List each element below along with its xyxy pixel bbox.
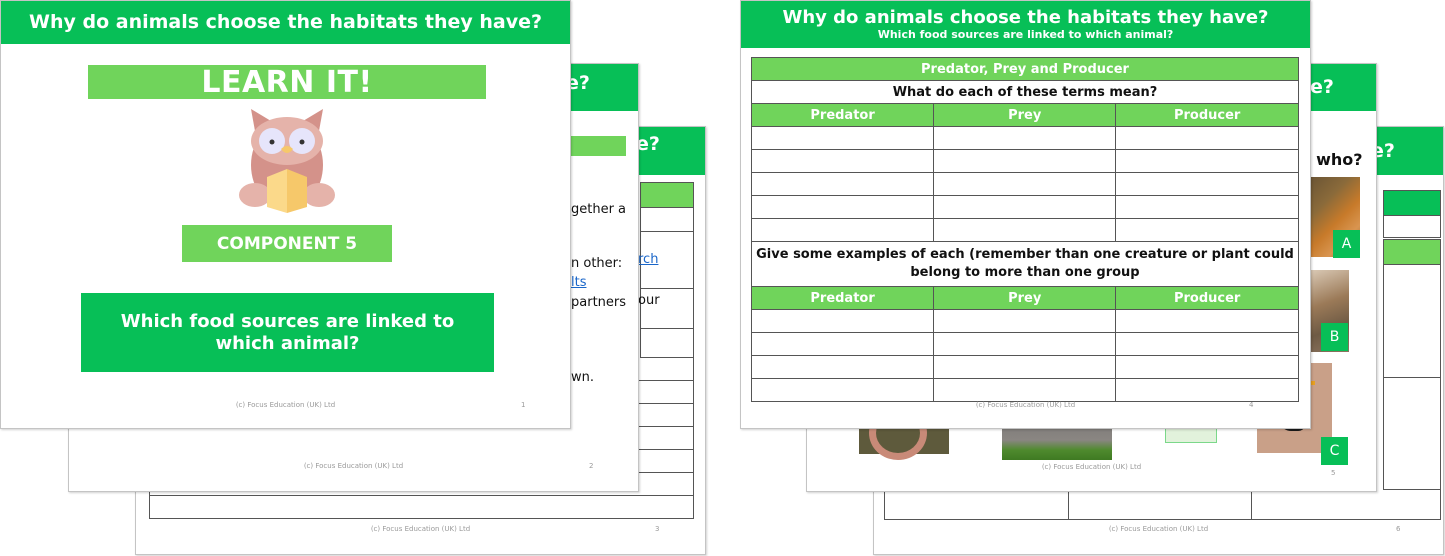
link-fragment[interactable]: lts <box>571 275 586 290</box>
table-row <box>1383 377 1441 490</box>
slide-number: 6 <box>1396 525 1401 533</box>
table-row <box>1383 215 1441 238</box>
component-label: COMPONENT 5 <box>182 225 392 262</box>
cell-predator[interactable] <box>750 172 935 196</box>
cell-predator[interactable] <box>750 149 935 173</box>
footer-copyright: (c) Focus Education (UK) Ltd <box>975 401 1076 409</box>
column-header-predator: Predator <box>750 286 935 310</box>
table-prompt-examples: Give some examples of each (remember tha… <box>751 241 1299 287</box>
table-row <box>750 195 1299 219</box>
table-header-light <box>640 182 694 208</box>
text-fragment: gether a <box>571 202 627 217</box>
header-fragment: e? <box>636 133 660 155</box>
table-row <box>1383 264 1441 378</box>
lesson-question: Which food sources are linked to which a… <box>81 293 494 372</box>
footer-copyright: (c) Focus Education (UK) Ltd <box>1041 463 1142 471</box>
text-fragment: our <box>638 293 660 308</box>
table-row <box>640 207 694 232</box>
cell-predator[interactable] <box>750 126 935 150</box>
link-fragment[interactable]: rch <box>638 252 658 267</box>
table-row <box>750 149 1299 173</box>
cell-prey[interactable] <box>933 149 1117 173</box>
slide-number: 5 <box>1331 469 1336 477</box>
cell-predator[interactable] <box>750 309 935 333</box>
cell-producer[interactable] <box>1115 378 1299 402</box>
cell-prey[interactable] <box>933 126 1117 150</box>
predator-prey-producer-table: Predator, Prey and Producer What do each… <box>750 57 1299 402</box>
slide-header: Why do animals choose the habitats they … <box>741 1 1310 48</box>
footer-copyright: (c) Focus Education (UK) Ltd <box>303 462 404 470</box>
cell-producer[interactable] <box>1115 149 1299 173</box>
learn-it-banner: LEARN IT! <box>88 65 486 100</box>
cell-prey[interactable] <box>933 309 1117 333</box>
header-fragment: e? <box>1310 76 1334 98</box>
table-row <box>640 328 694 358</box>
text-fragment: partners <box>571 295 627 310</box>
table-row <box>750 378 1299 402</box>
table-row <box>750 218 1299 242</box>
cell-predator[interactable] <box>750 195 935 219</box>
cell-predator[interactable] <box>750 355 935 379</box>
cell-producer[interactable] <box>1115 218 1299 242</box>
footer-copyright: (c) Focus Education (UK) Ltd <box>235 401 336 409</box>
cell-producer[interactable] <box>1115 172 1299 196</box>
table-prompt-terms: What do each of these terms mean? <box>751 80 1299 104</box>
slide-title: Why do animals choose the habitats they … <box>1 1 570 44</box>
table-row <box>750 172 1299 196</box>
table-divider <box>1251 489 1252 519</box>
cell-prey[interactable] <box>933 195 1117 219</box>
photo-label-c: C <box>1321 437 1348 465</box>
table-row <box>750 309 1299 333</box>
cell-predator[interactable] <box>750 378 935 402</box>
table-divider <box>1068 489 1069 519</box>
column-header-producer: Producer <box>1115 103 1299 127</box>
table-row <box>750 126 1299 150</box>
table-row <box>750 355 1299 379</box>
column-header-prey: Prey <box>933 103 1117 127</box>
text-fragment: n other: <box>571 256 623 271</box>
cell-prey[interactable] <box>933 332 1117 356</box>
table-header-dark <box>1383 190 1441 216</box>
cell-producer[interactable] <box>1115 126 1299 150</box>
footer-copyright: (c) Focus Education (UK) Ltd <box>370 525 471 533</box>
column-header-predator: Predator <box>750 103 935 127</box>
slide-number: 2 <box>589 462 594 470</box>
text-fragment: wn. <box>571 370 595 385</box>
slide-title: Why do animals choose the habitats they … <box>782 7 1269 28</box>
table-header-light <box>1383 239 1441 265</box>
cell-prey[interactable] <box>933 378 1117 402</box>
cell-prey[interactable] <box>933 218 1117 242</box>
owl-reading-book-icon <box>237 109 337 217</box>
slide-subtitle: Which food sources are linked to which a… <box>877 28 1174 41</box>
column-header-prey: Prey <box>933 286 1117 310</box>
table-row <box>149 495 694 519</box>
slide-number: 1 <box>521 401 526 409</box>
cell-producer[interactable] <box>1115 195 1299 219</box>
cell-predator[interactable] <box>750 218 935 242</box>
slide-number: 4 <box>1249 401 1254 409</box>
column-header-producer: Producer <box>1115 286 1299 310</box>
slide-number: 3 <box>655 525 660 533</box>
slide-1-thumbnail[interactable]: Why do animals choose the habitats they … <box>0 0 571 429</box>
cell-prey[interactable] <box>933 355 1117 379</box>
cell-producer[interactable] <box>1115 309 1299 333</box>
photo-label-b: B <box>1321 323 1348 351</box>
slide-4-thumbnail[interactable]: Why do animals choose the habitats they … <box>740 0 1311 429</box>
table-title: Predator, Prey and Producer <box>751 57 1299 81</box>
table-row <box>750 332 1299 356</box>
table-bottom-row <box>884 489 1441 520</box>
photo-label-a: A <box>1333 230 1360 258</box>
cell-predator[interactable] <box>750 332 935 356</box>
cell-prey[interactable] <box>933 172 1117 196</box>
footer-copyright: (c) Focus Education (UK) Ltd <box>1108 525 1209 533</box>
cell-producer[interactable] <box>1115 332 1299 356</box>
cell-producer[interactable] <box>1115 355 1299 379</box>
